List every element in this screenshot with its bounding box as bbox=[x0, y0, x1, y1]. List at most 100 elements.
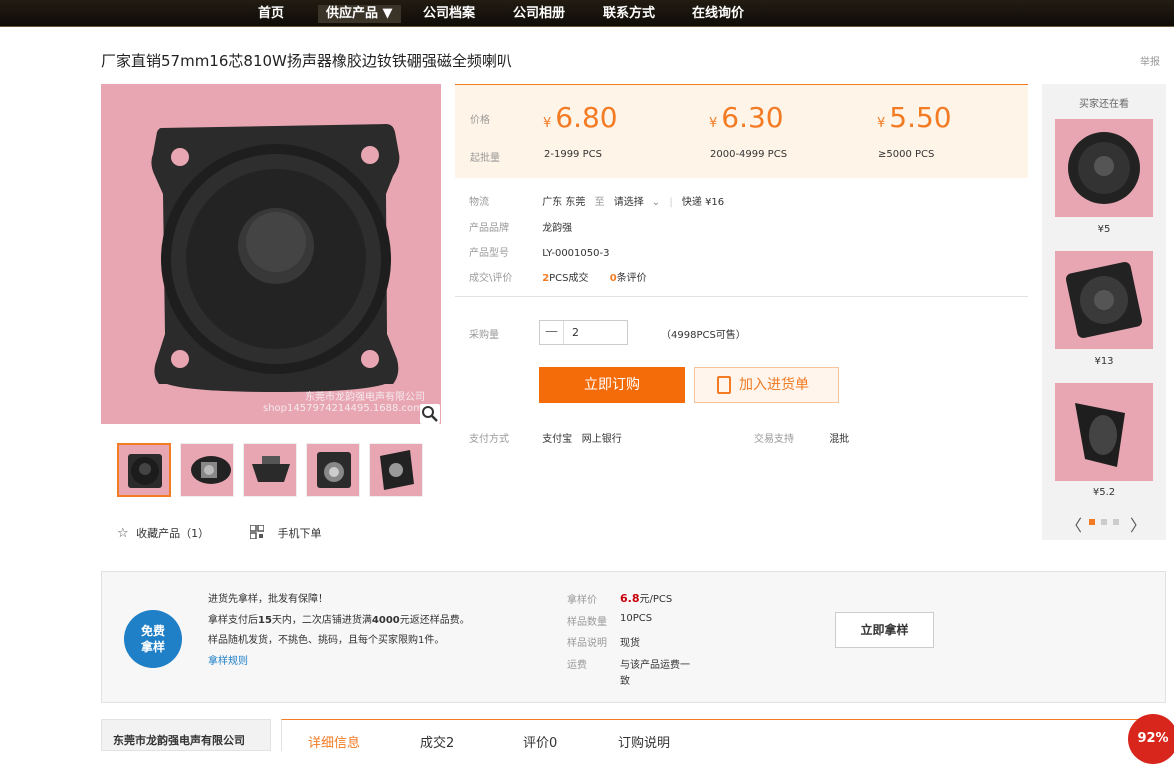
qr-code-icon bbox=[249, 524, 265, 540]
quantity-stepper: — 2 bbox=[539, 320, 628, 345]
quantity-input[interactable]: 2 bbox=[572, 326, 579, 339]
trade-support-value: 混批 bbox=[829, 434, 850, 445]
favorite-product[interactable]: ☆ 收藏产品（1） bbox=[117, 525, 209, 541]
logistics-from: 广东 东莞 bbox=[542, 197, 586, 208]
price-box: 价格 起批量 ¥6.80 ¥6.30 ¥5.50 2-1999 PCS 2000… bbox=[455, 84, 1028, 178]
price-tier-2: ¥6.30 bbox=[709, 101, 784, 134]
add-to-cart-label: 加入进货单 bbox=[739, 377, 809, 393]
moq-tier-3: ≥5000 PCS bbox=[878, 149, 935, 160]
model-row: 产品型号 LY-0001050-3 bbox=[469, 244, 609, 259]
watermark-company: 东莞市龙韵强电声有限公司 bbox=[305, 392, 425, 403]
nav-item-contact[interactable]: 联系方式 bbox=[603, 5, 655, 23]
sample-line-1: 进货先拿样，批发有保障！ bbox=[208, 594, 328, 605]
thumbnail-5[interactable] bbox=[369, 443, 423, 497]
free-sample-section: 免费 拿样 进货先拿样，批发有保障！ 拿样支付后15天内，二次店铺进货满4000… bbox=[101, 571, 1166, 703]
payment-methods: 支付宝 网上银行 bbox=[542, 434, 622, 445]
tab-order-notes[interactable]: 订购说明 bbox=[618, 732, 670, 751]
sample-price-label: 拿样价 bbox=[567, 595, 597, 606]
sample-qty-label: 样品数量 bbox=[567, 617, 607, 628]
product-title: 厂家直销57mm16芯810W扬声器橡胶边钕铁硼强磁全频喇叭 bbox=[101, 52, 512, 70]
sample-shipping-label: 运费 bbox=[567, 660, 587, 671]
sample-line-2: 拿样支付后15天内，二次店铺进货满4000元返还样品费。 bbox=[208, 615, 470, 626]
nav-item-company-album[interactable]: 公司相册 bbox=[513, 5, 565, 23]
model-value: LY-0001050-3 bbox=[542, 248, 610, 259]
thumbnail-2[interactable] bbox=[180, 443, 234, 497]
report-link[interactable]: 举报 bbox=[1140, 53, 1160, 68]
deal-row: 成交\评价 2PCS成交 0条评价 bbox=[469, 269, 647, 284]
price-tier-3: ¥5.50 bbox=[877, 101, 952, 134]
zoom-button[interactable] bbox=[420, 404, 440, 424]
order-now-button[interactable]: 立即订购 bbox=[539, 367, 685, 403]
price-label: 价格 bbox=[470, 115, 490, 126]
recommend-item-1-price: ¥5 bbox=[1097, 224, 1111, 235]
deal-label: 成交\评价 bbox=[469, 273, 513, 284]
logistics-row: 物流 广东 东莞 至 请选择 ⌄ | 快递 ¥16 bbox=[469, 193, 724, 208]
carousel-dot-3[interactable] bbox=[1113, 519, 1119, 525]
main-product-image[interactable]: 东莞市龙韵强电声有限公司 shop1457974214495.1688.com bbox=[101, 84, 441, 424]
chevron-down-icon: ⌄ bbox=[651, 197, 661, 208]
recommend-item-3-image[interactable] bbox=[1055, 383, 1153, 481]
sample-shipping-line-2: 致 bbox=[620, 676, 630, 687]
trade-support-label: 交易支持 bbox=[754, 434, 794, 445]
review-count[interactable]: 0 bbox=[610, 273, 617, 284]
percent-badge[interactable]: 92% bbox=[1128, 714, 1174, 764]
logistics-express-fee: 快递 ¥16 bbox=[681, 197, 725, 208]
get-sample-button[interactable]: 立即拿样 bbox=[835, 612, 934, 648]
star-icon: ☆ bbox=[117, 526, 129, 541]
brand-value: 龙韵强 bbox=[542, 223, 573, 234]
detail-tabs: 详细信息 成交2 评价0 订购说明 bbox=[281, 719, 1166, 751]
nav-item-company-profile[interactable]: 公司档案 bbox=[423, 5, 475, 23]
thumbnail-4[interactable] bbox=[306, 443, 360, 497]
recommend-item-2-image[interactable] bbox=[1055, 251, 1153, 349]
logistics-destination-select[interactable]: 请选择 ⌄ bbox=[614, 197, 660, 208]
available-stock: （4998PCS可售） bbox=[661, 330, 746, 341]
clipboard-icon bbox=[717, 376, 731, 394]
moq-tier-2: 2000-4999 PCS bbox=[710, 149, 788, 160]
watermark-shop-url: shop1457974214495.1688.com bbox=[263, 403, 423, 414]
company-name[interactable]: 东莞市龙韵强电声有限公司 bbox=[101, 719, 271, 751]
trade-support-row: 交易支持 混批 bbox=[754, 430, 849, 445]
logistics-to: 至 bbox=[594, 197, 605, 208]
payment-row: 支付方式 支付宝 网上银行 bbox=[469, 430, 622, 445]
sample-desc-label: 样品说明 bbox=[567, 638, 607, 649]
model-label: 产品型号 bbox=[469, 248, 509, 259]
carousel-dot-2[interactable] bbox=[1101, 519, 1107, 525]
sample-shipping-line-1: 与该产品运费一 bbox=[620, 660, 690, 671]
sample-desc: 现货 bbox=[620, 638, 640, 649]
top-nav-bar: 首页 供应产品 ▼ 公司档案 公司相册 联系方式 在线询价 bbox=[0, 0, 1174, 27]
brand-row: 产品品牌 龙韵强 bbox=[469, 219, 572, 234]
sample-rules-link[interactable]: 拿样规则 bbox=[208, 652, 248, 667]
brand-label: 产品品牌 bbox=[469, 223, 509, 234]
speaker-illustration bbox=[151, 124, 400, 392]
moq-tier-1: 2-1999 PCS bbox=[544, 149, 602, 160]
thumbnail-1[interactable] bbox=[117, 443, 171, 497]
carousel-next-button[interactable]: 〉 bbox=[1130, 512, 1146, 536]
deal-unit: PCS成交 bbox=[549, 273, 589, 284]
carousel-dot-1[interactable] bbox=[1089, 519, 1095, 525]
panel-title: 买家还在看 bbox=[1079, 99, 1129, 110]
tab-details[interactable]: 详细信息 bbox=[308, 732, 360, 751]
thumbnail-3[interactable] bbox=[243, 443, 297, 497]
free-sample-badge: 免费 拿样 bbox=[124, 610, 182, 668]
quantity-label: 采购量 bbox=[469, 330, 499, 341]
mobile-order-label: 手机下单 bbox=[277, 527, 322, 540]
price-tier-1: ¥6.80 bbox=[543, 101, 618, 134]
mobile-order[interactable]: 手机下单 bbox=[249, 524, 322, 541]
tab-reviews[interactable]: 评价0 bbox=[523, 732, 557, 751]
nav-item-online-inquiry[interactable]: 在线询价 bbox=[692, 5, 744, 23]
buyers-also-viewed-panel: 买家还在看 ¥5 ¥13 ¥5.2 〈 〉 bbox=[1042, 84, 1166, 540]
moq-label: 起批量 bbox=[470, 153, 500, 164]
add-to-cart-button[interactable]: 加入进货单 bbox=[694, 367, 839, 403]
nav-item-products[interactable]: 供应产品 ▼ bbox=[318, 5, 401, 23]
nav-item-home[interactable]: 首页 bbox=[258, 5, 284, 23]
recommend-item-1-image[interactable] bbox=[1055, 119, 1153, 217]
divider bbox=[455, 296, 1028, 297]
review-unit: 条评价 bbox=[616, 273, 647, 284]
tab-deals[interactable]: 成交2 bbox=[420, 732, 454, 751]
recommend-item-3-price: ¥5.2 bbox=[1092, 487, 1116, 498]
recommend-item-2-price: ¥13 bbox=[1094, 356, 1114, 367]
favorite-label: 收藏产品（1） bbox=[136, 527, 210, 540]
minus-icon[interactable]: — bbox=[540, 321, 564, 344]
carousel-prev-button[interactable]: 〈 bbox=[1066, 512, 1082, 536]
magnifier-icon bbox=[422, 406, 438, 422]
